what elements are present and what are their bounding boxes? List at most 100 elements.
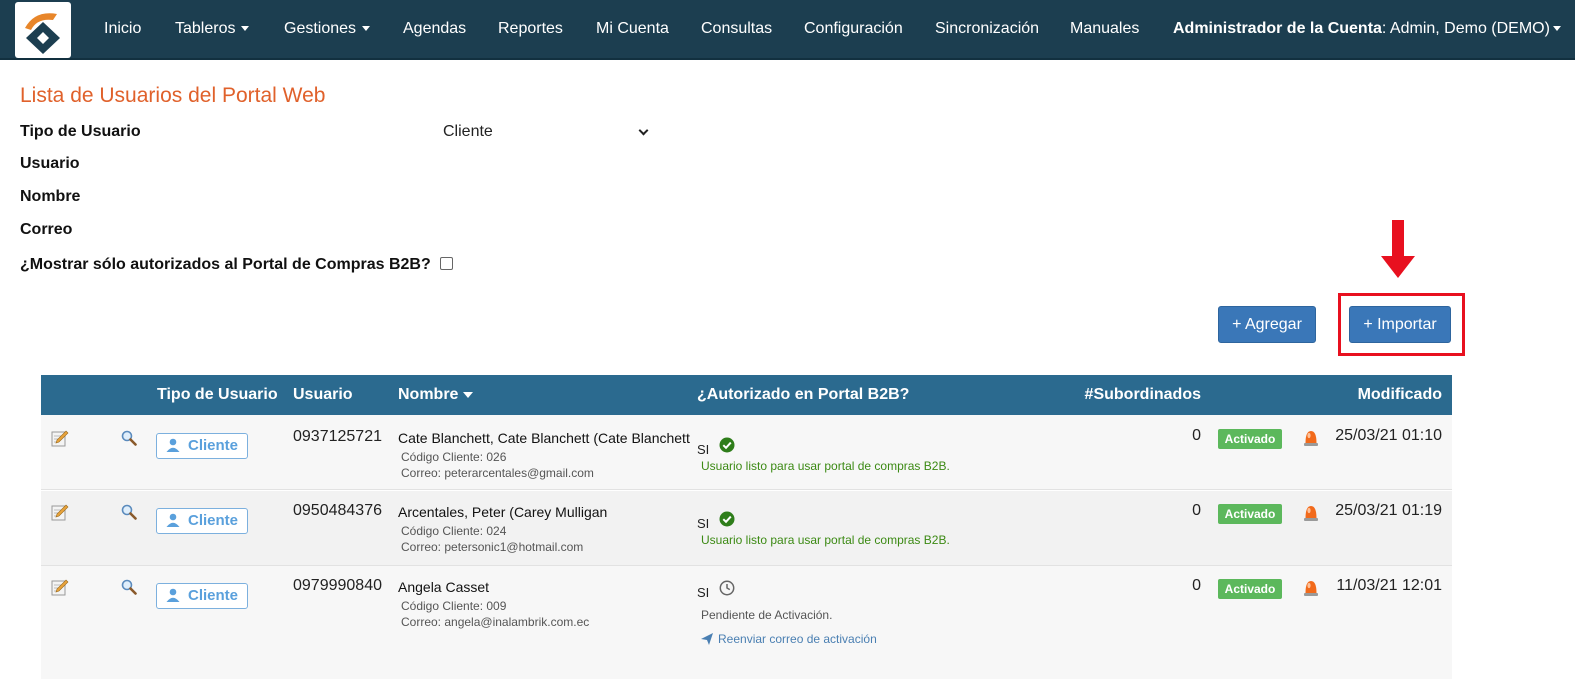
check-circle-icon	[719, 511, 735, 527]
account-user-label: : Admin, Demo (DEMO)	[1381, 20, 1550, 37]
page-title: Lista de Usuarios del Portal Web	[20, 84, 326, 107]
user-icon	[166, 438, 180, 452]
codigo-cliente: Código Cliente: 026	[401, 450, 507, 464]
tipo-usuario-value: Cliente	[443, 123, 493, 140]
magnifier-icon[interactable]	[121, 579, 137, 595]
nav-sincronizacion[interactable]: Sincronización	[935, 0, 1039, 58]
subordinados-cell: 0	[1192, 502, 1201, 519]
status-badge: Activado	[1218, 579, 1282, 599]
nav-inicio[interactable]: Inicio	[104, 0, 141, 58]
chevron-down-icon	[638, 125, 649, 136]
correo-cell: Correo: petersonic1@hotmail.com	[401, 540, 584, 554]
add-user-button[interactable]: + Agregar	[1218, 306, 1316, 343]
autorizado-si: SI	[697, 585, 710, 600]
account-role-label: Administrador de la Cuenta	[1173, 20, 1382, 37]
table-header: Tipo de Usuario Usuario Nombre ¿Autoriza…	[41, 375, 1452, 415]
tipo-usuario-select[interactable]: Cliente	[437, 120, 653, 144]
col-nombre-label: Nombre	[398, 386, 459, 403]
edit-pencil-icon[interactable]	[51, 579, 69, 597]
table-row: Cliente 0950484376 Arcentales, Peter (Ca…	[41, 491, 1452, 566]
correo-cell: Correo: angela@inalambrik.com.ec	[401, 615, 590, 629]
nav-inicio-label: Inicio	[104, 20, 142, 37]
codigo-cliente: Código Cliente: 024	[401, 524, 507, 538]
user-type-label: Cliente	[188, 512, 239, 529]
codigo-cliente: Código Cliente: 009	[401, 599, 507, 613]
col-nombre-header[interactable]: Nombre	[398, 375, 474, 415]
modificado-cell: 25/03/21 01:19	[1335, 502, 1442, 519]
alarm-light-icon[interactable]	[1303, 579, 1319, 597]
status-message: Pendiente de Activación.	[701, 608, 833, 622]
check-circle-icon	[719, 437, 735, 453]
edit-pencil-icon[interactable]	[51, 504, 69, 522]
nav-configuracion[interactable]: Configuración	[804, 0, 903, 58]
nombre-label: Nombre	[20, 188, 81, 205]
status-message: Usuario listo para usar portal de compra…	[701, 459, 950, 473]
user-icon	[166, 588, 180, 602]
edit-pencil-icon[interactable]	[51, 430, 69, 448]
caret-down-icon	[241, 26, 250, 32]
col-tipo-header[interactable]: Tipo de Usuario	[157, 375, 278, 415]
nombre-cell: Cate Blanchett, Cate Blanchett (Cate Bla…	[398, 430, 690, 446]
nav-consultas-label: Consultas	[701, 20, 773, 37]
alarm-light-icon[interactable]	[1303, 504, 1319, 522]
user-type-label: Cliente	[188, 587, 239, 604]
nombre-cell: Arcentales, Peter (Carey Mulligan	[398, 504, 608, 520]
usuario-cell: 0979990840	[293, 577, 382, 594]
nav-tableros[interactable]: Tableros	[175, 0, 250, 58]
correo-cell: Correo: peterarcentales@gmail.com	[401, 466, 594, 480]
status-badge: Activado	[1218, 429, 1282, 449]
user-type-label: Cliente	[188, 437, 239, 454]
col-subordinados-header[interactable]: #Subordinados	[1085, 375, 1201, 415]
nav-configuracion-label: Configuración	[804, 20, 903, 37]
status-message: Usuario listo para usar portal de compra…	[701, 533, 950, 547]
nombre-cell: Angela Casset	[398, 579, 490, 595]
nav-agendas-label: Agendas	[403, 20, 467, 37]
b2b-filter-label: ¿Mostrar sólo autorizados al Portal de C…	[20, 256, 431, 273]
nav-manuales-label: Manuales	[1070, 20, 1140, 37]
correo-label: Correo	[20, 221, 73, 238]
col-modificado-header[interactable]: Modificado	[1358, 375, 1442, 415]
alarm-light-icon[interactable]	[1303, 429, 1319, 447]
user-icon	[166, 513, 180, 527]
clock-icon	[719, 580, 735, 596]
top-navbar: Inicio Tableros Gestiones Agendas Report…	[0, 0, 1575, 60]
subordinados-cell: 0	[1192, 577, 1201, 594]
import-users-button[interactable]: + Importar	[1349, 306, 1451, 343]
resend-activation-link[interactable]: Reenviar correo de activación	[701, 632, 877, 646]
magnifier-icon[interactable]	[121, 504, 137, 520]
resend-activation-label: Reenviar correo de activación	[718, 632, 877, 646]
nav-agendas[interactable]: Agendas	[403, 0, 466, 58]
users-table: Tipo de Usuario Usuario Nombre ¿Autoriza…	[41, 375, 1452, 679]
modificado-cell: 25/03/21 01:10	[1335, 427, 1442, 444]
col-autorizado-header[interactable]: ¿Autorizado en Portal B2B?	[697, 375, 909, 415]
sort-desc-icon	[463, 391, 474, 398]
usuario-label: Usuario	[20, 155, 80, 172]
paper-plane-icon	[701, 633, 713, 645]
subordinados-cell: 0	[1192, 427, 1201, 444]
user-type-badge[interactable]: Cliente	[156, 508, 248, 534]
autorizado-si: SI	[697, 516, 710, 531]
col-usuario-header[interactable]: Usuario	[293, 375, 353, 415]
b2b-only-checkbox[interactable]	[440, 257, 453, 270]
user-type-badge[interactable]: Cliente	[156, 433, 248, 459]
nav-account-menu[interactable]: Administrador de la Cuenta: Admin, Demo …	[1173, 0, 1561, 58]
nav-manuales[interactable]: Manuales	[1070, 0, 1139, 58]
company-logo[interactable]	[15, 2, 71, 58]
modificado-cell: 11/03/21 12:01	[1336, 577, 1442, 594]
nav-mi-cuenta[interactable]: Mi Cuenta	[596, 0, 669, 58]
nav-gestiones-label: Gestiones	[284, 20, 357, 37]
usuario-cell: 0950484376	[293, 502, 382, 519]
magnifier-icon[interactable]	[121, 430, 137, 446]
nav-consultas[interactable]: Consultas	[701, 0, 772, 58]
nav-gestiones[interactable]: Gestiones	[284, 0, 371, 58]
nav-reportes[interactable]: Reportes	[498, 0, 563, 58]
caret-down-icon	[362, 26, 371, 32]
red-arrow-down-icon	[1381, 220, 1415, 285]
autorizado-si: SI	[697, 442, 710, 457]
nav-sincronizacion-label: Sincronización	[935, 20, 1040, 37]
status-badge: Activado	[1218, 504, 1282, 524]
table-row: Cliente 0937125721 Cate Blanchett, Cate …	[41, 415, 1452, 490]
user-type-badge[interactable]: Cliente	[156, 583, 248, 609]
nav-mi-cuenta-label: Mi Cuenta	[596, 20, 669, 37]
table-row: Cliente 0979990840 Angela Casset Código …	[41, 566, 1452, 679]
